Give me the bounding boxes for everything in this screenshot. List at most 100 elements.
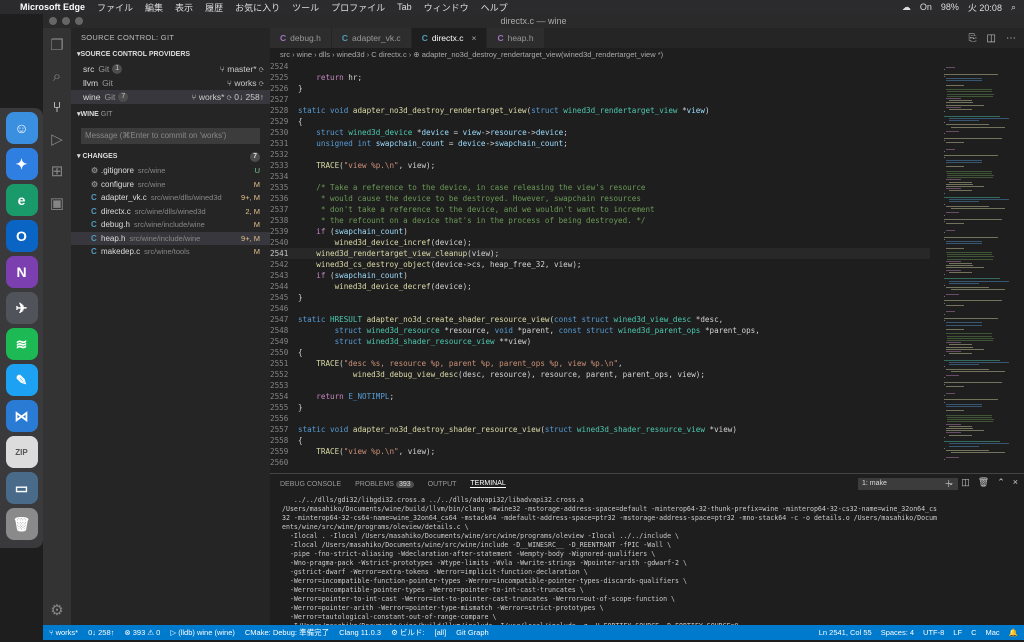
code-editor[interactable]: 2524 2525 return hr; 2526} 2527 2528 static v… — [270, 61, 930, 473]
close-tab-icon[interactable]: × — [471, 33, 476, 43]
extensions-icon[interactable]: ⊞ — [51, 162, 64, 180]
minimap[interactable] — [940, 61, 1024, 473]
status-encoding[interactable]: UTF-8 — [923, 628, 944, 637]
wifi-status[interactable]: On — [920, 2, 932, 12]
code-line[interactable]: 2533 TRACE("view %p.\n", view); — [270, 160, 930, 171]
code-line[interactable]: 2532 — [270, 149, 930, 160]
status-cmake[interactable]: CMake: Debug: 準備完了 — [245, 627, 329, 638]
code-line[interactable]: 2558 { — [270, 435, 930, 446]
search-icon[interactable]: ⌕ — [1011, 2, 1016, 13]
status-position[interactable]: Ln 2541, Col 55 — [819, 628, 872, 637]
code-line[interactable]: 2528 static void adapter_no3d_destroy_ren… — [270, 105, 930, 116]
tab-problems[interactable]: PROBLEMS 393 — [355, 480, 414, 488]
code-line[interactable]: 2546 — [270, 303, 930, 314]
onenote-icon[interactable]: N — [5, 256, 38, 288]
code-line[interactable]: 2540 wined3d_device_incref(device); — [270, 237, 930, 248]
launchpad-icon[interactable]: ✈ — [5, 292, 38, 324]
close-panel-icon[interactable]: × — [1013, 477, 1018, 490]
terminal-select[interactable]: 1: make ⌄ — [858, 478, 958, 490]
code-line[interactable]: 2548 struct wined3d_resource *resource, … — [270, 325, 930, 336]
tab-terminal[interactable]: TERMINAL — [470, 480, 506, 488]
code-line[interactable]: 2534 — [270, 171, 930, 182]
status-platform[interactable]: Mac — [985, 628, 999, 637]
status-clang[interactable]: Clang 11.0.3 — [339, 628, 381, 637]
minimize-window-button[interactable] — [62, 17, 70, 25]
twitter-icon[interactable]: ✎ — [5, 364, 38, 396]
repo-header[interactable]: ▾ WINE GIT — [71, 108, 270, 122]
code-line[interactable]: 2530 struct wined3d_device *device = vie… — [270, 127, 930, 138]
provider-branch[interactable]: ⑂ master* ⟳ — [220, 62, 264, 76]
clock[interactable]: 火 20:08 — [968, 1, 1002, 14]
tab-debug-h[interactable]: Cdebug.h — [270, 28, 332, 48]
code-line[interactable]: 2541 wined3d_rendertarget_view_cleanup(v… — [270, 248, 930, 259]
menu-item[interactable]: プロファイル — [331, 1, 385, 14]
provider-src[interactable]: src Git 1 ⑂ master* ⟳ — [71, 62, 270, 76]
split-terminal-icon[interactable]: ◫ — [961, 477, 970, 490]
provider-wine[interactable]: wine Git 7 ⑂ works* ⟳ 0↓ 258↑ — [71, 90, 270, 104]
screenshot-icon[interactable]: ▭ — [5, 472, 38, 504]
provider-branch[interactable]: ⑂ works ⟳ — [227, 76, 264, 90]
run-debug-icon[interactable]: ▷ — [51, 130, 63, 148]
code-line[interactable]: 2545} — [270, 292, 930, 303]
code-line[interactable]: 2550 { — [270, 347, 930, 358]
code-line[interactable]: 2555} — [270, 402, 930, 413]
status-build[interactable]: ⚙ ビルド: — [391, 627, 424, 638]
cloud-icon[interactable]: ☁ — [902, 2, 911, 13]
tab-debug-console[interactable]: DEBUG CONSOLE — [280, 481, 341, 488]
battery-percent[interactable]: 98% — [941, 2, 959, 12]
source-control-icon[interactable]: ⑂ — [52, 99, 61, 116]
tab-heap-h[interactable]: Cheap.h — [487, 28, 545, 48]
code-line[interactable]: 2557 static void adapter_no3d_destroy_sha… — [270, 424, 930, 435]
changed-file-item[interactable]: Cdirectx.c src/wine/dlls/wined3d 2, M — [71, 205, 270, 219]
tab-adapter-vk-c[interactable]: Cadapter_vk.c — [331, 28, 412, 48]
code-line[interactable]: 2542 wined3d_cs_destroy_object(device->c… — [270, 259, 930, 270]
code-line[interactable]: 2538 * the refcount on a device that's i… — [270, 215, 930, 226]
status-indent[interactable]: Spaces: 4 — [881, 628, 914, 637]
code-line[interactable]: 2544 wined3d_device_decref(device); — [270, 281, 930, 292]
tab-output[interactable]: OUTPUT — [428, 481, 457, 488]
code-line[interactable]: 2527 — [270, 94, 930, 105]
code-line[interactable]: 2552 wined3d_debug_view_desc(desc, resou… — [270, 369, 930, 380]
code-line[interactable]: 2537 * don't take a reference to the dev… — [270, 204, 930, 215]
kill-terminal-icon[interactable]: 🗑 — [978, 477, 989, 490]
changed-file-item[interactable]: Cmakedep.c src/wine/tools M — [71, 245, 270, 259]
provider-branch[interactable]: ⑂ works* ⟳ 0↓ 258↑ — [191, 90, 264, 104]
status-git-graph[interactable]: Git Graph — [456, 628, 489, 637]
changed-file-item[interactable]: Cadapter_vk.c src/wine/dlls/wined3d 9+, M — [71, 191, 270, 205]
provider-llvm[interactable]: llvm Git ⑂ works ⟳ — [71, 76, 270, 90]
open-changes-icon[interactable]: ⎘ — [969, 33, 977, 44]
changes-header[interactable]: ▾ CHANGES 7 — [71, 150, 270, 164]
menu-item[interactable]: Tab — [397, 2, 412, 12]
status-sync[interactable]: 0↓ 258↑ — [88, 628, 114, 637]
terminal-output[interactable]: ../../dlls/gdi32/libgdi32.cross.a ../../… — [270, 494, 1024, 642]
code-line[interactable]: 2551 TRACE("desc %s, resource %p, parent… — [270, 358, 930, 369]
code-line[interactable]: 2535 /* Take a reference to the device, … — [270, 182, 930, 193]
status-target[interactable]: [all] — [434, 628, 446, 637]
trash-icon[interactable]: 🗑 — [5, 508, 38, 540]
commit-message-input[interactable]: Message (⌘Enter to commit on 'works') — [81, 128, 260, 144]
code-line[interactable]: 2539 if (swapchain_count) — [270, 226, 930, 237]
bell-icon[interactable]: 🔔 — [1009, 628, 1018, 637]
breadcrumb[interactable]: src › wine › dlls › wined3d › C directx.… — [270, 48, 1024, 61]
menu-item[interactable]: 履歴 — [205, 1, 223, 14]
menu-item[interactable]: ツール — [292, 1, 319, 14]
code-line[interactable]: 2547 static HRESULT adapter_no3d_create_s… — [270, 314, 930, 325]
code-line[interactable]: 2559 TRACE("view %p.\n", view); — [270, 446, 930, 457]
status-eol[interactable]: LF — [953, 628, 962, 637]
menu-item[interactable]: ウィンドウ — [424, 1, 469, 14]
code-line[interactable]: 2554 return E_NOTIMPL; — [270, 391, 930, 402]
code-line[interactable]: 2543 if (swapchain_count) — [270, 270, 930, 281]
code-line[interactable]: 2525 return hr; — [270, 72, 930, 83]
zoom-window-button[interactable] — [75, 17, 83, 25]
menu-item[interactable]: お気に入り — [235, 1, 280, 14]
code-line[interactable]: 2536 * would cause the device to be dest… — [270, 193, 930, 204]
code-line[interactable]: 2531 unsigned int swapchain_count = devi… — [270, 138, 930, 149]
safari-icon[interactable]: ✦ — [5, 148, 38, 180]
search-icon[interactable]: ⌕ — [53, 68, 61, 85]
providers-header[interactable]: ▾ SOURCE CONTROL PROVIDERS — [71, 48, 270, 62]
status-problems[interactable]: ⊗ 393 ⚠ 0 — [124, 628, 160, 637]
menu-item[interactable]: 編集 — [145, 1, 163, 14]
menu-item[interactable]: ファイル — [97, 1, 133, 14]
app-menu[interactable]: Microsoft Edge — [20, 2, 85, 12]
menu-item[interactable]: ヘルプ — [481, 1, 508, 14]
